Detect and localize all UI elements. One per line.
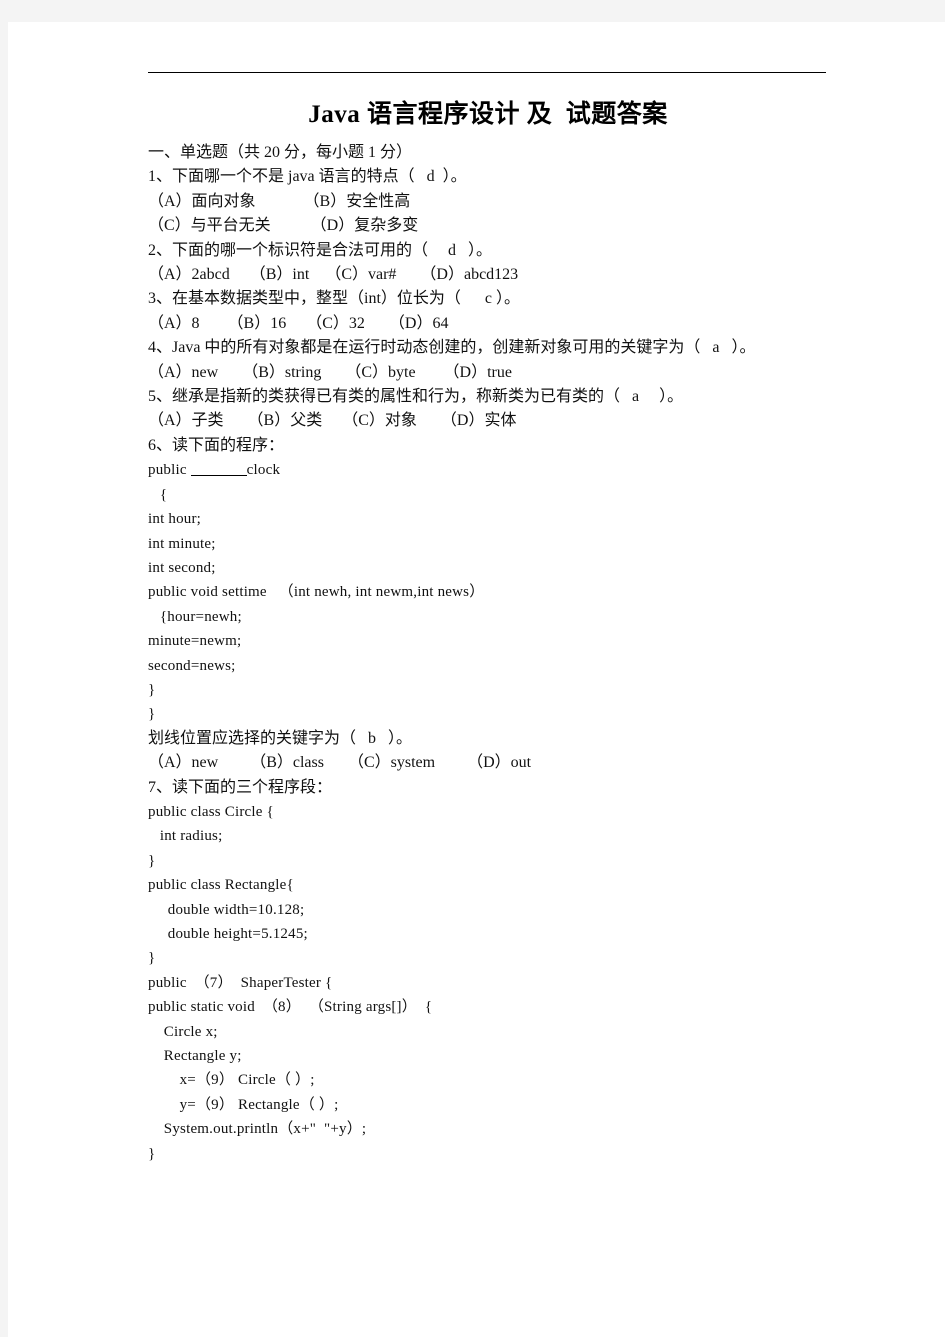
code-prefix: public (148, 462, 191, 479)
question-6-code-line: { (148, 486, 168, 503)
question-1-option-row-2: （C）与平台无关 （D）复杂多变 (148, 217, 419, 235)
question-7-code-line: double height=5.1245; (148, 926, 308, 942)
question-7-code-line: int radius; (148, 828, 223, 845)
question-7-code-line: public class Rectangle{ (148, 877, 294, 894)
question-6-question-line: 划线位置应选择的关键字为（ b ）。 (148, 729, 413, 747)
question-6-code-line: } (148, 681, 156, 698)
question-6-stem: 6、读下面的程序： (148, 436, 285, 454)
question-6-code-line: {hour=newh; (148, 608, 242, 625)
question-7-code-line: y=（9） Rectangle（ ）; (148, 1096, 339, 1113)
question-7-code-line: } (148, 950, 156, 967)
document-content: Java 语言程序设计 及 试题答案 一、单选题（共 20 分，每小题 1 分）… (148, 72, 828, 1166)
question-7-code-line: double width=10.128; (148, 901, 305, 918)
page-title: Java 语言程序设计 及 试题答案 (308, 101, 668, 128)
question-7-code-line: Rectangle y; (148, 1048, 242, 1065)
question-6-option-row-1: （A）new （B）class （C）system （D）out (148, 754, 532, 772)
question-3-option-row-1: （A）8 （B）16 （C）32 （D）64 (148, 314, 449, 332)
question-2-option-row-1: （A）2abcd （B）int （C）var# （D）abcd123 (148, 266, 519, 284)
question-3-stem: 3、在基本数据类型中，整型（int）位长为（ c ）。 (148, 290, 520, 308)
question-2-stem: 2、下面的哪一个标识符是合法可用的（ d ）。 (148, 241, 493, 259)
question-6-code-line: int hour; (148, 511, 202, 528)
header-rule (148, 72, 826, 73)
question-6-code-line: public void settime （int newh, int newm,… (148, 584, 485, 601)
fill-in-blank (190, 475, 247, 477)
code-suffix: clock (246, 462, 281, 479)
document-page: Java 语言程序设计 及 试题答案 一、单选题（共 20 分，每小题 1 分）… (8, 22, 945, 1337)
question-7-stem: 7、读下面的三个程序段： (148, 778, 333, 796)
question-7-code-line: } (148, 1145, 156, 1162)
question-7-code-line: } (148, 852, 156, 869)
question-6-code-blank-line: public clock (148, 458, 828, 482)
question-6-code-line: minute=newm; (148, 633, 242, 650)
question-1-stem: 1、下面哪一个不是 java 语言的特点（ d ）。 (148, 168, 467, 186)
question-7-code-line: x=（9） Circle（ ）; (148, 1072, 315, 1089)
question-4-stem: 4、Java 中的所有对象都是在运行时动态创建的，创建新对象可用的关键字为（ a… (148, 339, 756, 357)
question-7-code-line: Circle x; (148, 1023, 218, 1040)
question-7-code-line: public （7） ShaperTester { (148, 974, 333, 991)
question-5-stem: 5、继承是指新的类获得已有类的属性和行为，称新类为已有类的（ a ）。 (148, 388, 684, 406)
question-6-code-line: } (148, 706, 156, 723)
question-7-code-line: System.out.println（x+" "+y）; (148, 1121, 367, 1138)
question-7-code-line: public class Circle { (148, 803, 274, 820)
question-6-code-line: second=news; (148, 657, 236, 674)
section-heading: 一、单选题（共 20 分，每小题 1 分） (148, 144, 413, 161)
question-4-option-row-1: （A）new （B）string （C）byte （D）true (148, 363, 512, 381)
question-6-code-line: int minute; (148, 535, 216, 552)
question-5-option-row-1: （A）子类 （B）父类 （C）对象 （D）实体 (148, 412, 517, 430)
question-6-code-line: int second; (148, 559, 216, 576)
question-1-option-row-1: （A）面向对象 （B）安全性高 (148, 192, 411, 210)
question-7-code-line: public static void （8） （String args[]） { (148, 999, 433, 1016)
